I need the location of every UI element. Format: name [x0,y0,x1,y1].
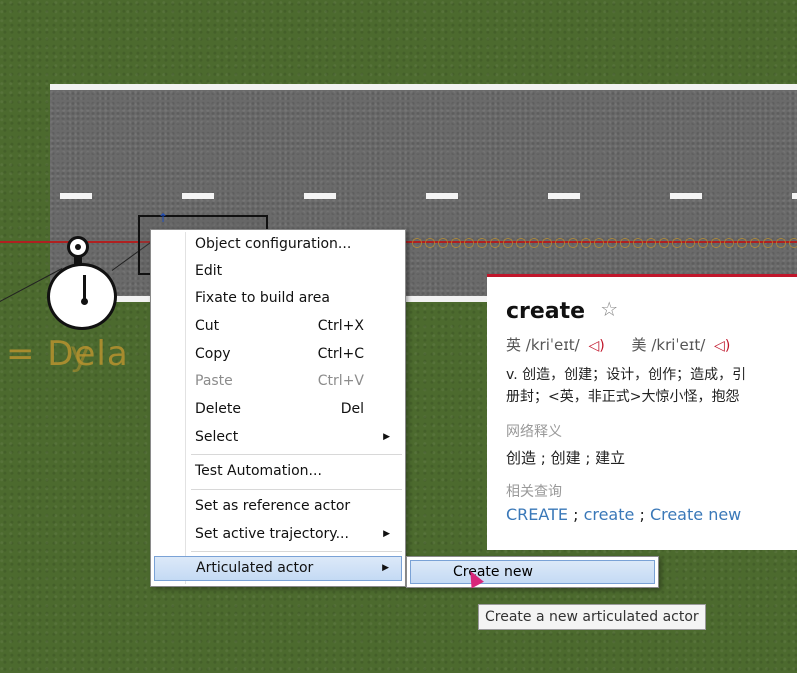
related-links: CREATE ; create ; Create new [506,505,797,524]
menu-item-delete[interactable]: Delete Del [154,397,402,422]
phonetic-uk: /kriˈeɪt/ [525,336,580,354]
menu-item-active-trajectory[interactable]: Set active trajectory... ▶ [154,522,402,547]
delay-label-overlap: y [70,334,91,374]
submenu-arrow-icon: ▶ [382,563,389,573]
star-outline-icon[interactable]: ☆ [600,297,618,321]
menu-item-create-new[interactable]: Create new [410,560,655,584]
menu-item-object-configuration[interactable]: Object configuration... [154,232,402,257]
menu-item-shortcut: Del [340,401,364,417]
menu-item-shortcut: Ctrl+V [317,373,364,389]
speaker-icon[interactable]: ◁) [589,338,605,354]
menu-item-label: Delete [195,401,241,417]
menu-item-label: Fixate to build area [195,290,330,306]
menu-item-label: Paste [195,373,233,389]
menu-item-test-automation[interactable]: Test Automation... [154,459,402,484]
dictionary-headword: create [506,299,586,324]
web-section-title: 网络释义 [506,424,562,440]
menu-item-label: Set as reference actor [195,498,351,514]
menu-item-select[interactable]: Select ▶ [154,425,402,450]
submenu-arrow-icon: ▶ [383,432,390,442]
menu-item-cut[interactable]: Cut Ctrl+X [154,314,402,339]
delay-label: = Dela [6,334,129,374]
menu-item-label: Copy [195,346,231,362]
phonetic-us-label: 美 [631,336,647,354]
menu-item-label: Select [195,429,239,445]
definition-line: v. 创造，创建；设计，创作；造成，引 [506,367,747,383]
menu-item-label: Cut [195,318,220,334]
menu-item-label: Set active trajectory... [195,526,349,542]
related-link[interactable]: create [584,505,635,524]
web-meanings: 创造 ; 创建 ; 建立 [506,449,626,467]
menu-separator [191,454,402,455]
menu-separator [191,489,402,490]
menu-separator [191,551,402,552]
submenu-arrow-icon: ▶ [383,529,390,539]
menu-item-shortcut: Ctrl+X [317,318,364,334]
menu-item-label: Test Automation... [195,463,322,479]
definition-line: 册封；<英，非正式>大惊小怪，抱怨 [506,389,740,405]
context-menu: Object configuration... Edit Fixate to b… [150,229,406,587]
phonetics: 英 /kriˈeɪt/ ◁) 美 /kriˈeɪt/ ◁) [506,334,797,355]
lane-divider [50,193,797,199]
menu-item-edit[interactable]: Edit [154,259,402,284]
dictionary-popup: create ☆ 英 /kriˈeɪt/ ◁) 美 /kriˈeɪt/ ◁) v… [487,274,797,550]
trajectory-path [410,236,797,250]
menu-item-label: Object configuration... [195,236,352,252]
stopwatch-center [81,298,88,305]
phonetic-uk-label: 英 [506,336,522,354]
menu-item-copy[interactable]: Copy Ctrl+C [154,342,402,367]
related-section-title: 相关查询 [506,484,562,500]
menu-item-articulated-actor[interactable]: Articulated actor ▶ [154,556,402,581]
menu-item-fixate[interactable]: Fixate to build area [154,286,402,311]
separator: ; [573,505,584,524]
phonetic-us: /kriˈeɪt/ [651,336,706,354]
related-link[interactable]: Create new [650,505,741,524]
stopwatch-icon[interactable] [47,263,117,330]
tooltip: Create a new articulated actor [478,604,706,630]
speaker-icon[interactable]: ◁) [714,338,730,354]
menu-item-paste: Paste Ctrl+V [154,369,402,394]
menu-item-shortcut: Ctrl+C [317,346,364,362]
actor-direction-icon: ↑ [158,211,169,225]
menu-item-label: Articulated actor [196,560,314,576]
articulated-actor-submenu: Create new [406,556,659,588]
menu-item-label: Edit [195,263,223,279]
related-link[interactable]: CREATE [506,505,568,524]
menu-item-reference-actor[interactable]: Set as reference actor [154,494,402,519]
stopwatch-knob [67,236,89,258]
separator: ; [639,505,650,524]
definition: v. 创造，创建；设计，创作；造成，引 册封；<英，非正式>大惊小怪，抱怨 [506,364,797,408]
